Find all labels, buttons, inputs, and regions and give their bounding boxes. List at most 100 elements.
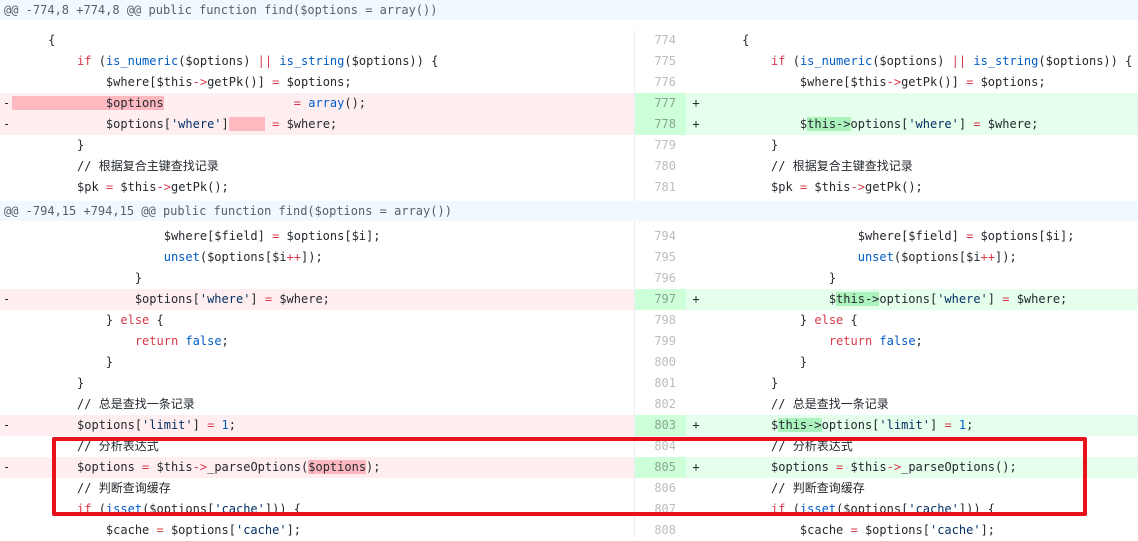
code-token: ($options)) { — [1038, 54, 1133, 68]
right-line-number[interactable]: 804 — [635, 436, 686, 457]
code-token: $where[$this — [706, 75, 887, 89]
left-diff-marker — [0, 520, 12, 541]
left-code-line: { — [12, 30, 634, 51]
right-line-number[interactable]: 805 — [635, 457, 686, 478]
right-diff-marker — [686, 156, 706, 177]
code-token: 'limit' — [879, 418, 930, 432]
code-token: ++ — [980, 250, 995, 264]
diff-row-context: $where[$this->getPk()] = $options; 776 $w… — [0, 72, 1138, 93]
right-line-number[interactable]: 799 — [635, 331, 686, 352]
right-line-number[interactable]: 800 — [635, 352, 686, 373]
right-line-number[interactable]: 781 — [635, 177, 686, 198]
right-line-number[interactable]: 775 — [635, 51, 686, 72]
code-token: $pk — [706, 180, 800, 194]
left-code-line: $options['where'] = $where; — [12, 114, 634, 135]
right-line-number[interactable]: 780 — [635, 156, 686, 177]
code-token: else — [814, 313, 844, 327]
code-token: unset — [857, 250, 894, 264]
right-line-number[interactable]: 778 — [635, 114, 686, 135]
code-token: false — [185, 334, 222, 348]
right-line-number[interactable]: 808 — [635, 520, 686, 541]
code-token: getPk(); — [170, 180, 229, 194]
left-code-line: unset($options[$i++]); — [12, 247, 634, 268]
code-token: $pk — [12, 180, 106, 194]
right-diff-marker: + — [686, 415, 706, 436]
right-line-number[interactable]: 794 — [635, 226, 686, 247]
right-code-line: } — [706, 268, 1138, 289]
code-token: $options[ — [12, 292, 200, 306]
left-diff-marker — [0, 331, 12, 352]
right-line-number[interactable]: 806 — [635, 478, 686, 499]
diff-row-context: } else {798 } else { — [0, 310, 1138, 331]
right-line-number[interactable]: 774 — [635, 30, 686, 51]
right-code-line: // 分析表达式 — [706, 436, 1138, 457]
left-diff-marker — [0, 135, 12, 156]
right-line-number[interactable]: 795 — [635, 247, 686, 268]
right-line-number[interactable]: 802 — [635, 394, 686, 415]
left-diff-marker: - — [0, 93, 12, 114]
left-code-line: // 分析表达式 — [12, 436, 634, 457]
diff-row-context: // 分析表达式 804 // 分析表达式 — [0, 436, 1138, 457]
right-diff-marker — [686, 310, 706, 331]
code-token: -> — [886, 460, 902, 474]
code-token: if — [771, 54, 786, 68]
left-code-line: // 总是查找一条记录 — [12, 394, 634, 415]
right-line-number[interactable]: 801 — [635, 373, 686, 394]
left-diff-marker: - — [0, 289, 12, 310]
code-token: $options[ — [857, 523, 930, 537]
code-token: $this — [113, 180, 157, 194]
code-token: $options — [706, 460, 837, 474]
left-code-line: $options['where'] = $where; — [12, 289, 634, 310]
right-diff-marker — [686, 499, 706, 520]
code-token: ]; — [286, 523, 302, 537]
left-diff-marker: - — [0, 415, 12, 436]
code-token: $options[$i]; — [279, 229, 381, 243]
code-token: || — [257, 54, 273, 68]
diff-row-context: return false; 799 return false; — [0, 331, 1138, 352]
hunk-header: @@ -794,15 +794,15 @@ public function fi… — [0, 201, 1138, 221]
right-code-line: $pk = $this->getPk(); — [706, 177, 1138, 198]
right-line-number[interactable]: 803 — [635, 415, 686, 436]
code-token: is_string — [279, 54, 345, 68]
code-token: $cache — [12, 523, 157, 537]
left-code-line: $options['limit'] = 1; — [12, 415, 634, 436]
code-token: -> — [886, 75, 902, 89]
right-code-line: $options = $this->_parseOptions(); — [706, 457, 1138, 478]
right-line-number[interactable]: 776 — [635, 72, 686, 93]
code-token: 'where' — [170, 117, 222, 131]
diff-row-context: unset($options[$i++]); 795 unset($options… — [0, 247, 1138, 268]
code-token: = — [156, 523, 164, 537]
code-token: ])) { — [264, 502, 302, 516]
code-token: if — [771, 502, 786, 516]
code-token: // 总是查找一条记录 — [706, 397, 889, 411]
code-token: -> — [192, 460, 208, 474]
left-diff-marker — [0, 51, 12, 72]
code-token: ; — [915, 334, 923, 348]
code-token: this-> — [778, 418, 822, 432]
code-token: else — [120, 313, 150, 327]
code-token: = — [293, 96, 301, 110]
right-line-number[interactable]: 807 — [635, 499, 686, 520]
left-diff-marker — [0, 177, 12, 198]
code-token: $ — [706, 418, 779, 432]
code-token: 'limit' — [142, 418, 193, 432]
code-token: } — [12, 376, 85, 390]
diff-row-context: // 总是查找一条记录 802 // 总是查找一条记录 — [0, 394, 1138, 415]
right-line-number[interactable]: 798 — [635, 310, 686, 331]
code-token: 'where' — [908, 117, 959, 131]
right-line-number[interactable]: 797 — [635, 289, 686, 310]
right-line-number[interactable]: 777 — [635, 93, 686, 114]
left-code-line: } — [12, 135, 634, 156]
right-code-line: // 根据复合主键查找记录 — [706, 156, 1138, 177]
code-token: array — [308, 96, 345, 110]
right-line-number[interactable]: 779 — [635, 135, 686, 156]
code-token: $where; — [980, 117, 1039, 131]
right-line-number[interactable]: 796 — [635, 268, 686, 289]
code-token: 1 — [221, 418, 229, 432]
code-token: // 分析表达式 — [12, 439, 159, 453]
